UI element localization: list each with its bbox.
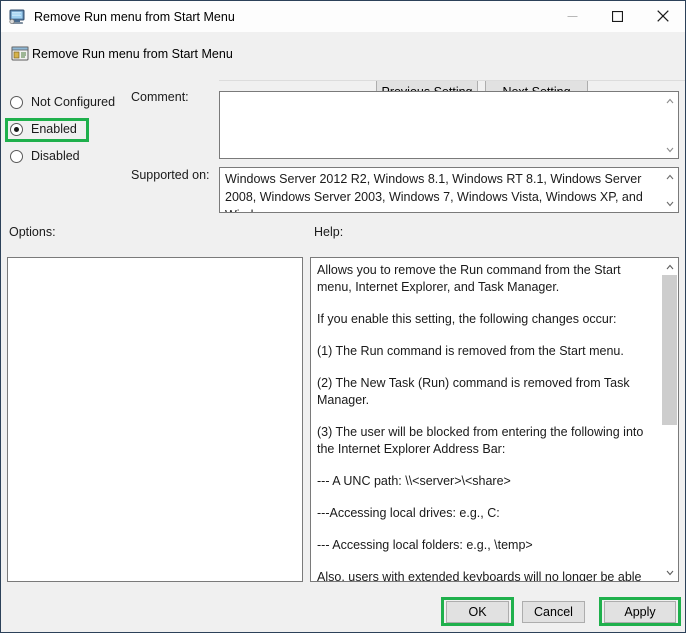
help-paragraph: ---Accessing local drives: e.g., C:: [317, 505, 654, 522]
radio-indicator: [10, 96, 23, 109]
radio-enabled[interactable]: Enabled: [10, 119, 77, 139]
scroll-up-icon[interactable]: [661, 168, 678, 185]
minimize-button[interactable]: [550, 1, 595, 31]
radio-label: Not Configured: [31, 95, 115, 109]
supported-on-label: Supported on:: [131, 168, 210, 182]
radio-label: Enabled: [31, 122, 77, 136]
window-title: Remove Run menu from Start Menu: [34, 10, 235, 24]
ok-button[interactable]: OK: [446, 601, 509, 623]
help-content: Allows you to remove the Run command fro…: [311, 258, 661, 581]
group-policy-setting-dialog: Remove Run menu from Start Menu: [0, 0, 686, 633]
radio-not-configured[interactable]: Not Configured: [10, 92, 115, 112]
apply-button[interactable]: Apply: [604, 601, 676, 623]
help-paragraph: Also, users with extended keyboards will…: [317, 569, 654, 581]
help-paragraph: --- Accessing local folders: e.g., \temp…: [317, 537, 654, 554]
scroll-down-icon[interactable]: [661, 564, 678, 581]
scroll-down-icon[interactable]: [661, 141, 678, 158]
scroll-down-icon[interactable]: [661, 195, 678, 212]
supported-on-scrollbar[interactable]: [661, 168, 678, 212]
help-paragraph: (1) The Run command is removed from the …: [317, 343, 654, 360]
help-label: Help:: [314, 225, 343, 239]
comment-field[interactable]: [219, 91, 679, 159]
radio-disabled[interactable]: Disabled: [10, 146, 80, 166]
comment-value[interactable]: [220, 92, 661, 158]
close-button[interactable]: [640, 1, 685, 31]
scroll-track[interactable]: [661, 275, 678, 564]
help-paragraph: (2) The New Task (Run) command is remove…: [317, 375, 654, 409]
policy-monitor-icon: [8, 9, 26, 25]
options-panel[interactable]: [7, 257, 303, 582]
setting-header: Remove Run menu from Start Menu Previous…: [1, 32, 685, 80]
comment-label: Comment:: [131, 90, 189, 104]
title-bar: Remove Run menu from Start Menu: [1, 1, 685, 32]
supported-on-value: Windows Server 2012 R2, Windows 8.1, Win…: [220, 168, 661, 212]
scroll-track[interactable]: [661, 109, 678, 141]
policy-setting-icon: [11, 45, 30, 63]
window-controls: [550, 1, 685, 31]
help-paragraph: Allows you to remove the Run command fro…: [317, 262, 654, 296]
radio-indicator-selected: [10, 123, 23, 136]
scroll-up-icon[interactable]: [661, 92, 678, 109]
cancel-button[interactable]: Cancel: [522, 601, 585, 623]
options-label: Options:: [9, 225, 56, 239]
help-paragraph: (3) The user will be blocked from enteri…: [317, 424, 654, 458]
maximize-button[interactable]: [595, 1, 640, 31]
comment-scrollbar[interactable]: [661, 92, 678, 158]
scroll-up-icon[interactable]: [661, 258, 678, 275]
help-paragraph: --- A UNC path: \\<server>\<share>: [317, 473, 654, 490]
scroll-track[interactable]: [661, 185, 678, 195]
help-panel: Allows you to remove the Run command fro…: [310, 257, 679, 582]
supported-on-field[interactable]: Windows Server 2012 R2, Windows 8.1, Win…: [219, 167, 679, 213]
scroll-thumb[interactable]: [662, 275, 677, 425]
setting-title: Remove Run menu from Start Menu: [32, 47, 233, 61]
radio-indicator: [10, 150, 23, 163]
help-paragraph: If you enable this setting, the followin…: [317, 311, 654, 328]
header-divider: [219, 80, 685, 81]
help-scrollbar[interactable]: [661, 258, 678, 581]
radio-label: Disabled: [31, 149, 80, 163]
